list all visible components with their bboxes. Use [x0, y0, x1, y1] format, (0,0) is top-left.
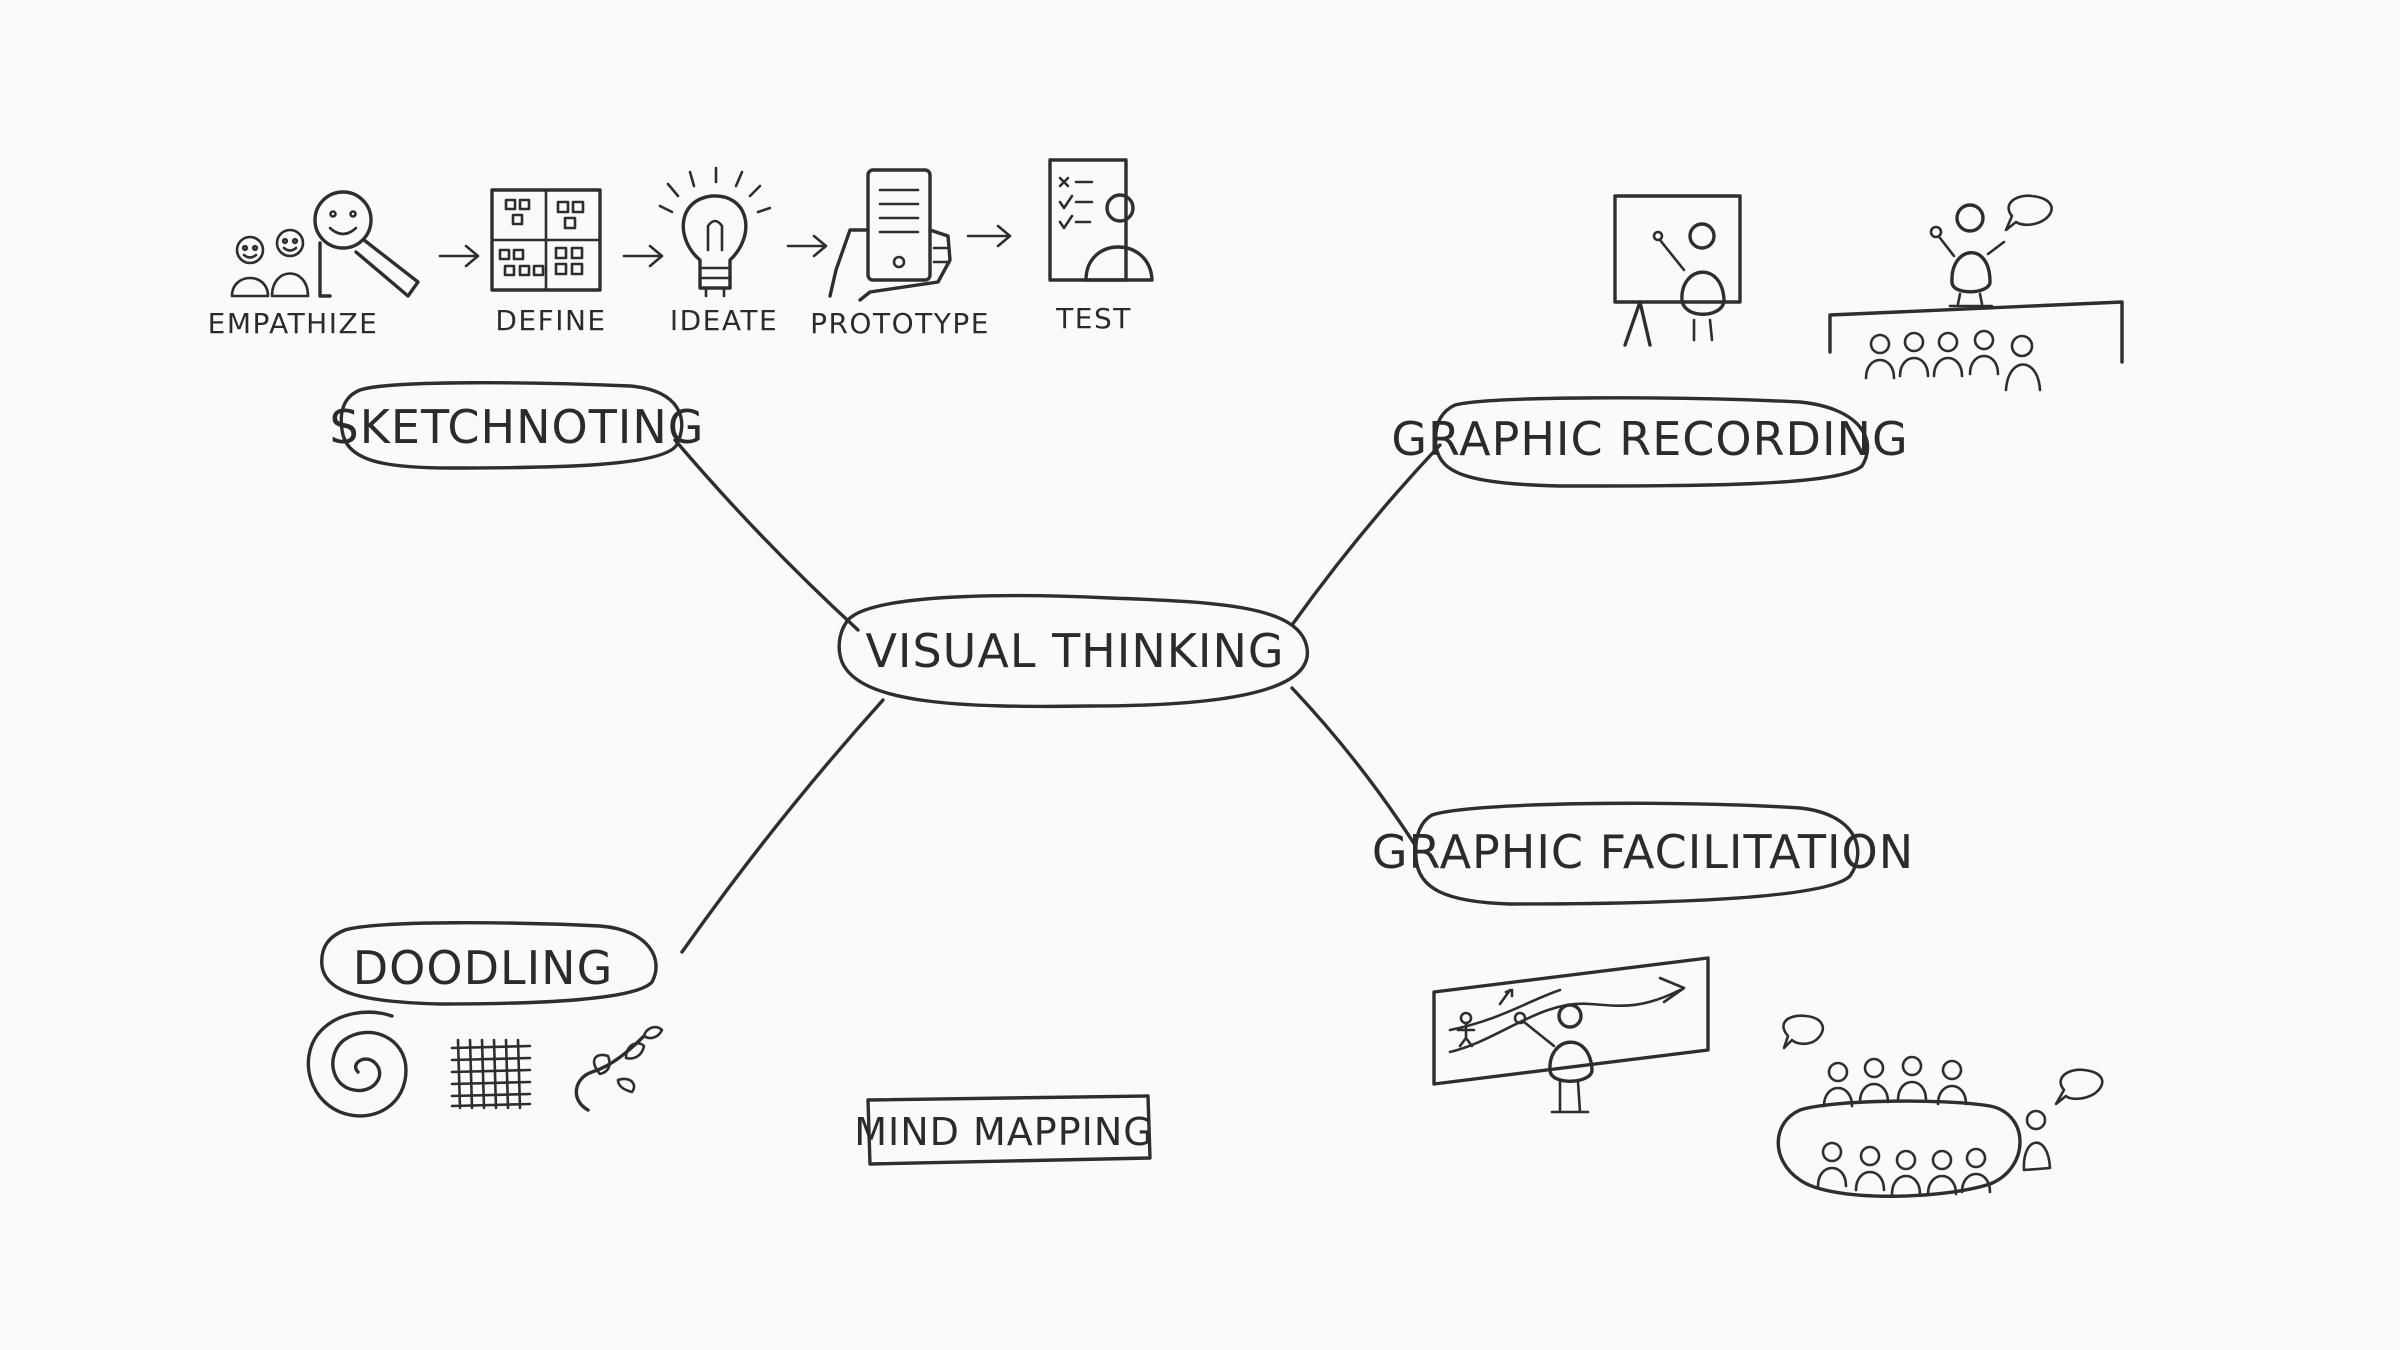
- meeting-people-front-row: [1816, 1141, 1992, 1196]
- facilitator-at-wall-icon: [1432, 956, 1710, 1114]
- meeting-people-back-row: [1822, 1055, 1968, 1108]
- branch-sketchnoting: SKETCHNOTING: [330, 381, 705, 470]
- diagram-canvas: VISUAL THINKING SKETCHNOTING GRAPHIC REC…: [208, 158, 2124, 1198]
- arrow-icon: [622, 244, 664, 268]
- meeting-table-icon: [1776, 1014, 2104, 1198]
- branch-graphic-recording: GRAPHIC RECORDING: [1391, 396, 1908, 488]
- mind-mapping-box: MIND MAPPING: [854, 1094, 1153, 1166]
- mind-mapping-label: MIND MAPPING: [854, 1110, 1153, 1154]
- connectors: [673, 438, 1442, 954]
- center-node-label: VISUAL THINKING: [865, 624, 1284, 678]
- speaker-on-stage-icon: [1828, 194, 2124, 392]
- presenter-at-board-icon: [1613, 194, 1742, 347]
- arrow-icon: [438, 244, 480, 268]
- crosshatch-doodle-icon: [450, 1038, 532, 1110]
- connector-graphic-recording: [1290, 443, 1442, 627]
- people-magnifier-icon: [230, 190, 420, 298]
- audience-row: [1864, 329, 2042, 392]
- lightbulb-icon: [658, 166, 772, 298]
- spiral-doodle-icon: [306, 1010, 408, 1118]
- visual-thinking-mind-map: VISUAL THINKING SKETCHNOTING GRAPHIC REC…: [0, 0, 2400, 1350]
- sketchnoting-label: SKETCHNOTING: [330, 400, 705, 454]
- branch-doodling: DOODLING: [320, 921, 658, 1006]
- arrow-icon: [786, 234, 828, 258]
- center-node: VISUAL THINKING: [837, 593, 1309, 709]
- leaf-branch-doodle-icon: [574, 1025, 664, 1112]
- doodling-label: DOODLING: [353, 941, 614, 995]
- connector-doodling: [680, 698, 885, 954]
- step-label-test: TEST: [1055, 302, 1132, 335]
- connector-sketchnoting: [673, 438, 860, 632]
- design-thinking-process: EMPATHIZE DEFINE IDEATE PROTOTYPE TEST: [208, 158, 1154, 340]
- graphic-facilitation-label: GRAPHIC FACILITATION: [1372, 825, 1914, 879]
- checklist-person-icon: [1048, 158, 1154, 282]
- step-label-ideate: IDEATE: [670, 304, 778, 337]
- branch-graphic-facilitation: GRAPHIC FACILITATION: [1372, 801, 1914, 906]
- phone-in-hand-icon: [828, 168, 952, 302]
- step-label-define: DEFINE: [495, 304, 606, 337]
- step-label-prototype: PROTOTYPE: [810, 307, 990, 340]
- arrow-icon: [966, 224, 1012, 248]
- graphic-recording-label: GRAPHIC RECORDING: [1391, 412, 1908, 466]
- step-label-empathize: EMPATHIZE: [208, 307, 379, 340]
- connector-graphic-facilitation: [1290, 686, 1417, 847]
- grid-notes-icon: [490, 188, 602, 292]
